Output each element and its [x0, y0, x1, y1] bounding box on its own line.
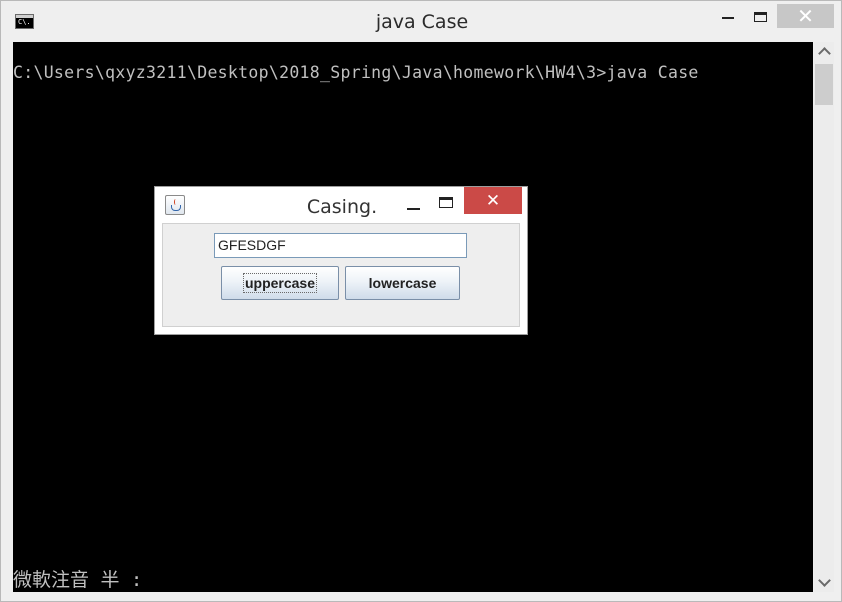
ime-status: 微軟注音 半 : — [13, 569, 143, 591]
scroll-thumb[interactable] — [815, 64, 833, 105]
dialog-titlebar[interactable]: Casing. ✕ — [155, 187, 527, 221]
console-close-icon[interactable]: ✕ — [777, 4, 834, 28]
console-scrollbar[interactable] — [814, 42, 834, 592]
lowercase-button-label: lowercase — [368, 275, 437, 291]
dialog-close-icon[interactable]: ✕ — [464, 187, 522, 214]
dialog-minimize-icon[interactable] — [404, 197, 422, 215]
dialog-content-panel: GFESDGF uppercase lowercase — [162, 223, 520, 327]
console-minimize-icon[interactable] — [713, 5, 743, 29]
text-input[interactable]: GFESDGF — [214, 233, 467, 258]
console-maximize-icon[interactable] — [748, 5, 772, 29]
uppercase-button-label: uppercase — [242, 273, 318, 293]
lowercase-button[interactable]: lowercase — [345, 266, 460, 300]
dialog-maximize-icon[interactable] — [437, 194, 455, 210]
console-line: C:\Users\qxyz3211\Desktop\2018_Spring\Ja… — [13, 63, 699, 82]
scroll-up-icon[interactable] — [814, 42, 834, 60]
scroll-down-icon[interactable] — [814, 574, 834, 592]
casing-dialog: Casing. ✕ GFESDGF uppercase lowercase — [154, 186, 528, 335]
uppercase-button[interactable]: uppercase — [221, 266, 339, 300]
console-titlebar[interactable]: C\. java Case ✕ — [1, 1, 841, 41]
